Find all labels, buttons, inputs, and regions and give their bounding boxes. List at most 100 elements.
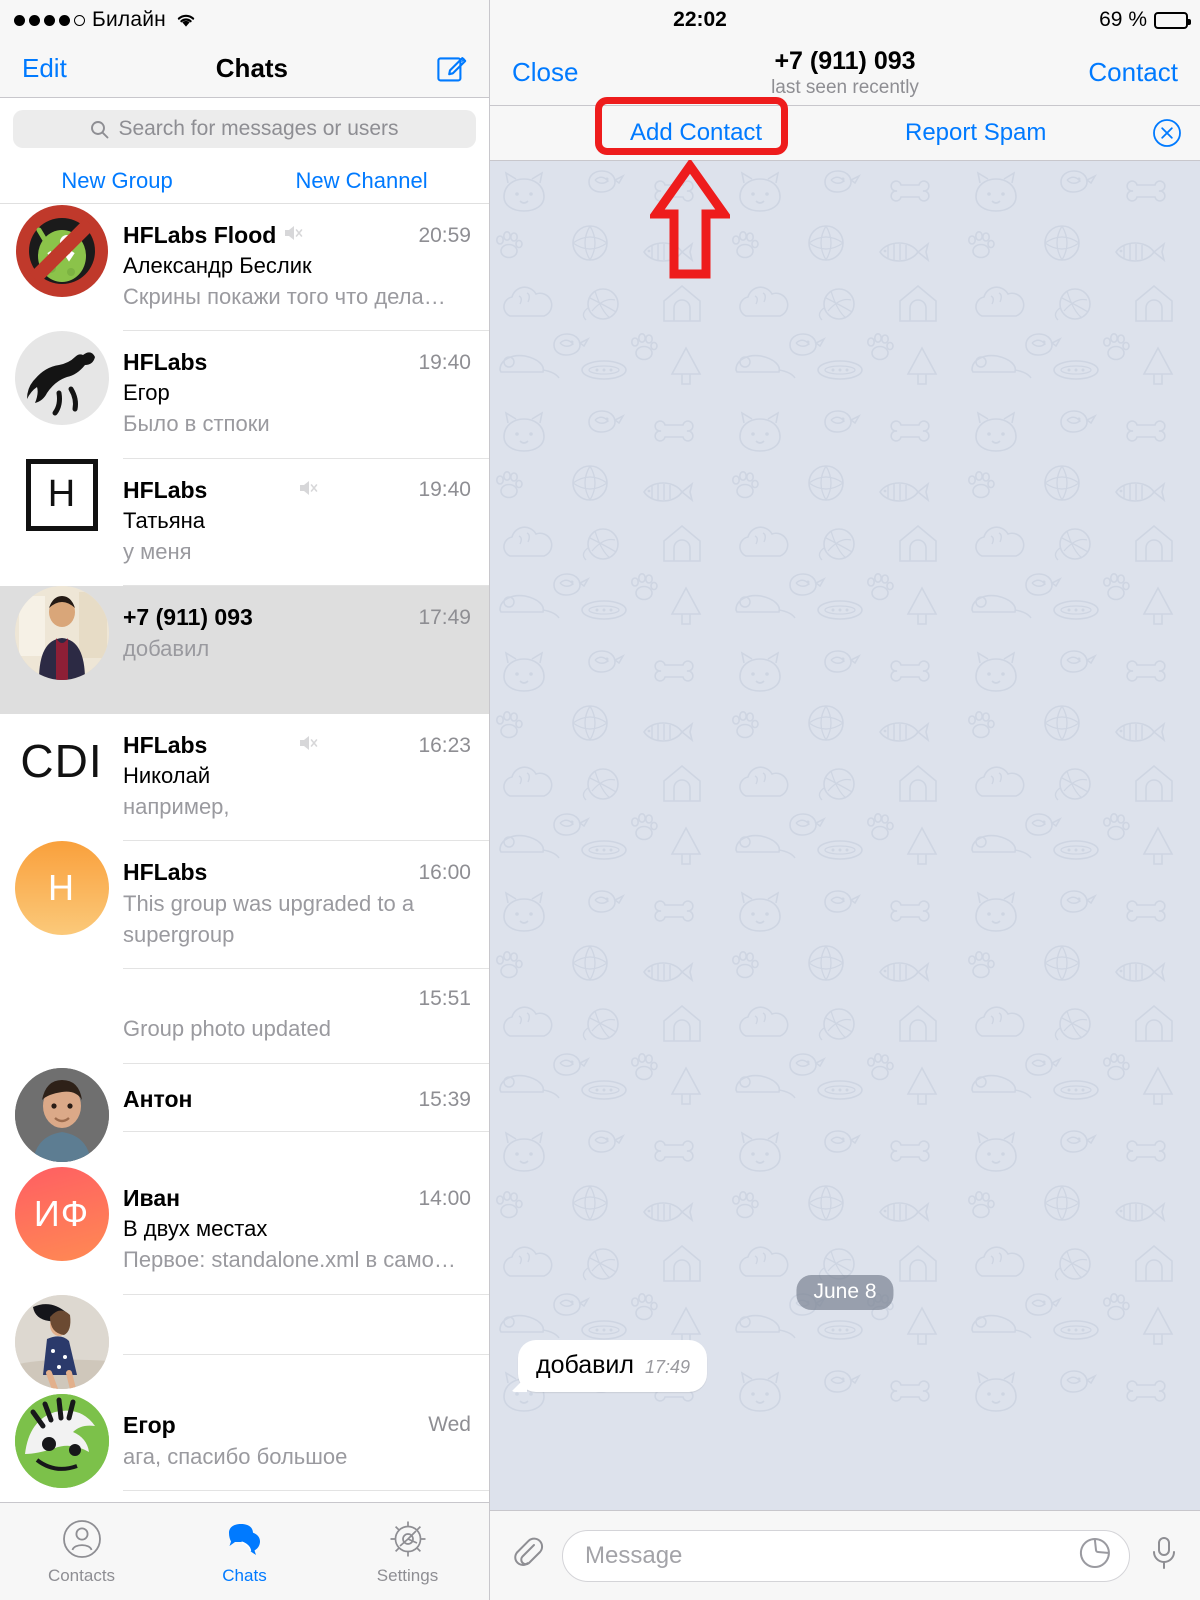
wifi-icon [175, 12, 197, 28]
chat-item-header: HFLabs 19:40 [123, 349, 471, 376]
chat-item-time: 17:49 [418, 605, 471, 629]
avatar [14, 1294, 109, 1389]
signal-strength-icon [14, 14, 85, 26]
avatar: ИФ [14, 1167, 109, 1262]
chat-list-item[interactable]: CDI HFLabs 16:23 Николай например, [0, 714, 489, 842]
left-status-bar: Билайн [0, 0, 489, 40]
chat-item-name: +7 (911) 093 [123, 604, 253, 631]
chat-item-time: 16:00 [418, 860, 471, 884]
chat-item-header: HFLabs 16:00 [123, 859, 471, 886]
message-scroll-area[interactable]: June 8 добавил 17:49 [490, 161, 1200, 1510]
chat-list-item[interactable]: Егор Wed ага, спасибо большое [0, 1393, 489, 1493]
microphone-icon[interactable] [1148, 1535, 1180, 1576]
avatar-container [0, 586, 123, 681]
chat-item-time: 15:51 [418, 987, 471, 1011]
right-status-bar: 22:02 69 % [490, 0, 1200, 40]
tab-contacts-label: Contacts [47, 1566, 116, 1585]
chat-item-body: HFLabs 16:00 This group was upgraded to a … [123, 841, 489, 970]
search-input[interactable]: Search for messages or users [13, 110, 476, 148]
chat-item-preview: This group was upgraded to a supergroup [123, 891, 415, 947]
avatar: H [25, 458, 98, 531]
close-circle-icon[interactable] [1152, 118, 1182, 148]
mute-icon [297, 477, 319, 504]
quick-actions-row: New Group New Channel [0, 158, 489, 204]
chat-item-sender: Александр Беслик [123, 253, 312, 278]
chat-list[interactable]: HFLabs Flood 20:59 Александр Беслик Скрины … [0, 204, 489, 1502]
chat-list-item[interactable]: HFLabs Flood 20:59 Александр Беслик Скрины … [0, 204, 489, 332]
chat-list-item[interactable]: H HFLabs 19:40 Татьяна у меня [0, 458, 489, 587]
chat-item-preview: у меня [123, 538, 192, 564]
clock-label: 22:02 [673, 8, 727, 31]
sticker-icon[interactable] [1079, 1537, 1111, 1574]
tab-chats[interactable]: Chats [163, 1517, 326, 1586]
report-spam-button[interactable]: Report Spam [905, 119, 1046, 147]
bottom-tab-bar: Contacts Chats Settings [0, 1502, 489, 1600]
chat-item-time: 16:23 [418, 733, 471, 757]
contact-button[interactable]: Contact [1088, 57, 1178, 88]
conversation-navbar: Close +7 (911) 093 last seen recently Co… [490, 40, 1200, 106]
add-contact-button[interactable]: Add Contact [630, 119, 762, 147]
mute-icon [299, 480, 318, 495]
new-group-button[interactable]: New Group [61, 168, 172, 194]
edit-button[interactable]: Edit [22, 53, 67, 84]
chat-list-item[interactable] [0, 1294, 489, 1394]
chat-item-body [123, 1295, 489, 1355]
chat-item-time: 19:40 [418, 350, 471, 374]
chat-list-item[interactable]: ИФ Иван 14:00 В двух местах Первое: standalo… [0, 1167, 489, 1295]
telegram-ipad-window: Билайн Edit Chats Search for messages or… [0, 0, 1200, 1600]
chat-list-item[interactable]: H HFLabs 16:00 This group was upgraded to a… [0, 841, 489, 970]
avatar [14, 1068, 109, 1163]
chat-item-sender: Николай [123, 763, 211, 789]
mute-icon [297, 732, 319, 759]
chat-list-item[interactable]: +7 (911) 093 17:49 добавил [0, 586, 489, 715]
contacts-icon [62, 1520, 101, 1558]
new-channel-button[interactable]: New Channel [296, 168, 428, 194]
chat-item-time: 19:40 [418, 478, 471, 502]
tab-chats-label: Chats [222, 1566, 267, 1585]
conversation-panel: 22:02 69 % Close +7 (911) 093 last seen … [490, 0, 1200, 1600]
chat-item-preview: добавил [123, 636, 210, 662]
message-text: добавил [536, 1351, 634, 1379]
chat-list-item[interactable]: HFLabs 19:40 Егор Было в стпоки [0, 331, 489, 459]
chat-item-header: Егор Wed [123, 1412, 471, 1439]
chat-item-time: Wed [428, 1413, 471, 1437]
message-time: 17:49 [644, 1357, 691, 1377]
tab-contacts[interactable]: Contacts [0, 1517, 163, 1586]
avatar-container: ИФ [0, 1167, 123, 1262]
unknown-contact-action-bar: Add Contact Report Spam [490, 106, 1200, 161]
chat-item-name: Антон [123, 1086, 193, 1113]
paperclip-icon[interactable] [510, 1536, 544, 1575]
message-bubble[interactable]: добавил 17:49 [518, 1340, 708, 1392]
chat-item-body: HFLabs 19:40 Егор Было в стпоки [123, 331, 489, 459]
avatar [14, 331, 109, 426]
chat-list-item[interactable]: 15:51 Group photo updated [0, 969, 489, 1069]
chat-item-body: 15:51 Group photo updated [123, 969, 489, 1064]
chat-item-sender: Егор [123, 380, 170, 406]
chat-list-item[interactable]: Антон 15:39 [0, 1068, 489, 1168]
chat-item-header: HFLabs 19:40 [123, 477, 471, 504]
chat-item-preview: Скрины покажи того что дела… [123, 284, 446, 309]
chat-item-name: Иван [123, 1185, 181, 1212]
avatar-container [0, 1393, 123, 1488]
message-input[interactable]: Message [562, 1529, 1130, 1582]
chat-item-header: HFLabs 16:23 [123, 732, 471, 759]
chat-item-body: +7 (911) 093 17:49 добавил [123, 586, 489, 683]
search-container: Search for messages or users [0, 98, 489, 158]
chat-item-preview: ага, спасибо большое [123, 1443, 348, 1469]
compose-icon[interactable] [437, 54, 467, 84]
close-button[interactable]: Close [512, 57, 578, 88]
chat-item-name: Егор [123, 1411, 176, 1438]
tab-settings[interactable]: Settings [326, 1517, 489, 1586]
settings-gear-icon [390, 1521, 425, 1557]
chat-item-name: HFLabs [123, 732, 208, 759]
avatar-container [0, 331, 123, 426]
chat-item-body: Егор Wed ага, спасибо большое [123, 1394, 489, 1491]
chat-item-header: Иван 14:00 [123, 1185, 471, 1212]
avatar: H [14, 841, 109, 936]
battery-percent-label: 69 % [1099, 8, 1147, 31]
chat-item-header: 15:51 [123, 987, 471, 1011]
chat-item-body: HFLabs 19:40 Татьяна у меня [123, 459, 489, 587]
avatar-container: CDI [0, 714, 123, 808]
chat-item-time: 20:59 [418, 223, 471, 247]
chat-item-body: HFLabs 16:23 Николай например, [123, 714, 489, 842]
